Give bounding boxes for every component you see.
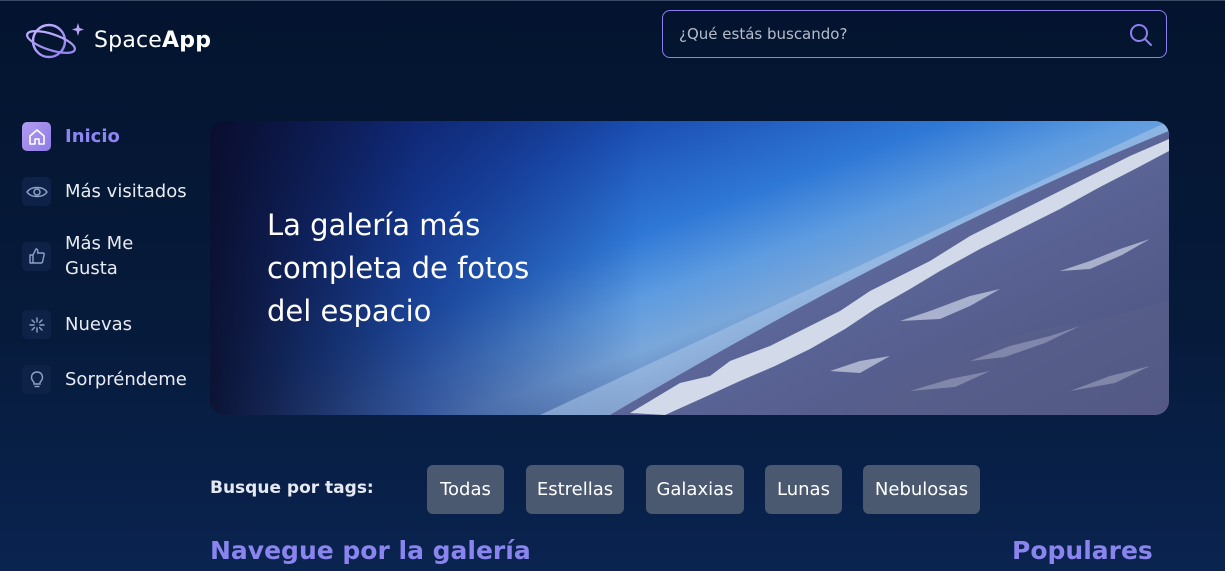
lightbulb-icon xyxy=(22,365,51,394)
logo-text-light: Space xyxy=(94,27,163,53)
home-icon xyxy=(22,122,51,151)
tags-label: Busque por tags: xyxy=(210,478,374,498)
sidebar-item-label: Nuevas xyxy=(65,314,133,335)
sidebar-item-inicio[interactable]: Inicio xyxy=(22,122,202,151)
sidebar-item-mas-me-gusta[interactable]: Más Me Gusta xyxy=(22,231,202,281)
logo-text: SpaceApp xyxy=(94,28,211,53)
sidebar-item-label: Inicio xyxy=(65,126,120,147)
tag-galaxias[interactable]: Galaxias xyxy=(646,465,744,514)
sidebar-item-mas-visitados[interactable]: Más visitados xyxy=(22,177,202,206)
top-border xyxy=(0,0,1225,1)
gallery-section-title: Navegue por la galería xyxy=(210,536,531,565)
logo-text-bold: App xyxy=(162,27,212,53)
app-logo[interactable]: SpaceApp xyxy=(24,18,211,62)
planet-logo-icon xyxy=(25,23,84,59)
sparkle-icon xyxy=(22,310,51,339)
sidebar-item-sorprendeme[interactable]: Sorpréndeme xyxy=(22,365,202,394)
popular-section-title: Populares xyxy=(1012,536,1153,565)
tag-lunas[interactable]: Lunas xyxy=(765,465,842,514)
thumbs-up-icon xyxy=(22,241,51,271)
sidebar-item-label: Más visitados xyxy=(65,181,187,202)
sidebar-item-label: Más Me Gusta xyxy=(65,233,134,279)
banner-title: La galería más completa de fotos del esp… xyxy=(267,208,530,328)
tag-nebulosas[interactable]: Nebulosas xyxy=(863,465,980,514)
tag-estrellas[interactable]: Estrellas xyxy=(526,465,624,514)
hero-banner: La galería más completa de fotos del esp… xyxy=(210,121,1169,415)
sidebar-item-label: Sorpréndeme xyxy=(65,369,187,390)
sidebar-item-nuevas[interactable]: Nuevas xyxy=(22,310,202,339)
eye-icon xyxy=(22,177,51,206)
search-input[interactable] xyxy=(677,24,1121,44)
tag-todas[interactable]: Todas xyxy=(427,465,504,514)
search-bar xyxy=(662,10,1167,58)
search-icon[interactable] xyxy=(1128,22,1154,48)
